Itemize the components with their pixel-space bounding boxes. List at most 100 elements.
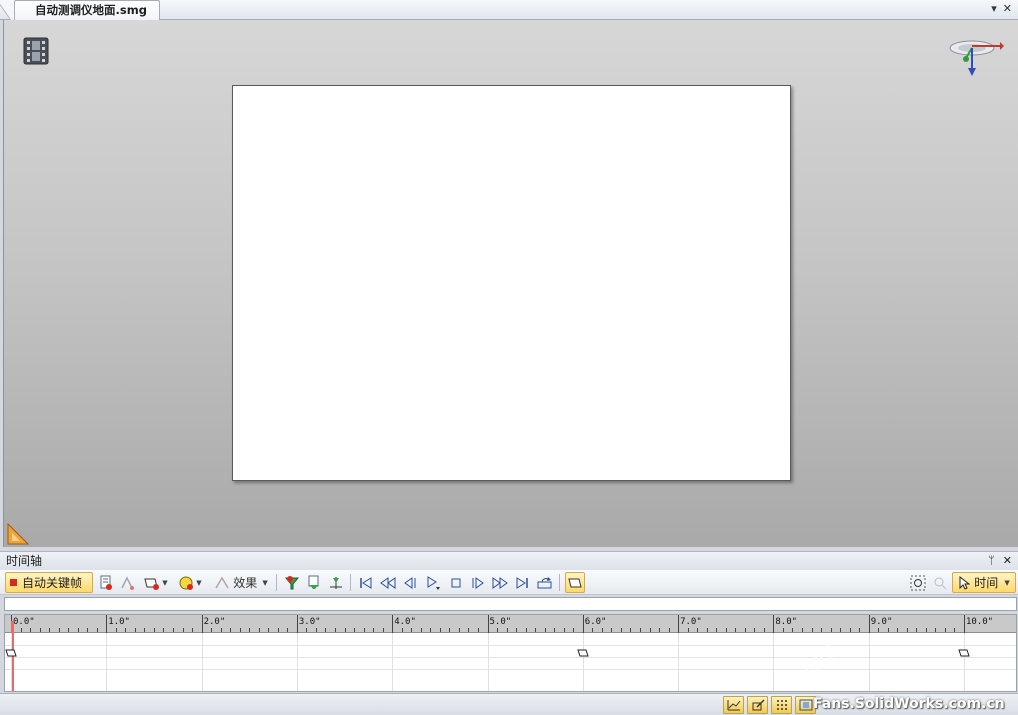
document-tab-strip: 自动测调仪地面.smg ▾ ✕ [0,0,1018,20]
track-row-divider [5,669,1016,670]
track-grid-line [11,633,12,691]
ruler-minor-tick [477,628,479,632]
ruler-minor-tick [163,628,165,632]
ruler-major-tick [678,615,680,633]
ruler-minor-tick [335,628,337,632]
ruler-minor-tick [77,628,79,632]
step-back-button[interactable] [400,572,420,593]
zoom-timeline-button[interactable] [908,572,928,593]
ruler-minor-tick [506,628,508,632]
track-grid-line [582,633,584,691]
timeline-scrubber[interactable] [4,597,1017,611]
go-to-start-button[interactable] [356,572,376,593]
ruler-minor-tick [630,628,632,632]
ruler-minor-tick [20,628,22,632]
ruler-minor-tick [782,628,784,632]
ruler-minor-tick [763,628,765,632]
timeline-tracks[interactable]: 0.0" 1.0" 2.0" 3.0" 4.0" 5.0" 6.0" 7.0" 8.0" 9.0"… [4,614,1017,692]
add-keyframe-icon [100,575,112,590]
step-forward-button[interactable] [468,572,488,593]
ruler-major-tick [773,615,775,633]
zoom-disabled-icon [934,577,947,589]
ruler-label: 1.0" [108,617,130,627]
filter-axis-button[interactable] [326,572,346,593]
ruler-label: 8.0" [775,617,798,627]
ruler-minor-tick [668,628,670,632]
camera-view-toggle[interactable] [565,572,585,593]
zoom-disabled-button[interactable] [930,572,950,593]
time-mode-label: 时间 [974,576,999,590]
keyframe-marker[interactable] [958,649,970,658]
ruler-minor-tick [354,628,356,632]
ruler-minor-tick [30,628,32,632]
ruler-minor-tick [706,628,708,632]
ruler-label: 9.0" [870,617,893,627]
close-document-icon[interactable]: ✕ [1003,2,1012,15]
ruler-minor-tick [249,628,251,632]
ruler-minor-tick [840,628,842,632]
ruler-minor-tick [211,628,213,632]
ruler-minor-tick [544,628,546,632]
ruler-minor-tick [306,628,308,632]
drawing-canvas[interactable] [232,85,791,481]
path-keyframe-button[interactable] [117,572,137,593]
play-button[interactable] [423,572,443,593]
track-grid-line [392,633,394,691]
stop-button[interactable] [446,572,466,593]
time-mode-dropdown[interactable]: 时间 ▼ [952,572,1016,593]
cursor-arrow-icon [959,575,971,590]
ruler-minor-tick [268,628,270,632]
auto-keyframe-button[interactable]: 自动关键帧 [5,572,93,593]
ruler-label: 6.0" [584,617,607,627]
document-window-controls: ▾ ✕ [991,2,1012,15]
filter-axis-icon [330,576,342,589]
document-tab[interactable]: 自动测调仪地面.smg [14,0,160,20]
keyframe-marker[interactable] [5,649,17,658]
chart-toggle-button[interactable] [723,696,744,714]
tab-list-dropdown-icon[interactable]: ▾ [991,2,997,15]
effects-icon [215,576,229,588]
grid-toggle-button[interactable] [771,696,792,714]
filter-keys-button[interactable] [282,572,302,593]
ruler-minor-tick [649,628,651,632]
navigation-gizmo-icon[interactable] [948,36,1004,80]
pin-panel-icon[interactable]: ᛘ [988,552,995,570]
stop-icon [451,578,461,587]
ruler-label: 10.0" [966,617,994,627]
go-to-end-button[interactable] [512,572,532,593]
rewind-button[interactable] [378,572,398,593]
filter-doc-button[interactable] [304,572,324,593]
ruler-minor-tick [525,628,527,632]
site-watermark: Fans.SolidWorks.com.cn [813,696,1005,712]
add-keyframe-button[interactable] [96,572,116,593]
keyframe-marker[interactable] [577,649,589,658]
ruler-major-tick [106,615,108,633]
chart-icon [727,700,740,711]
scene-viewport[interactable] [3,20,1018,547]
ruler-minor-tick [916,628,918,632]
time-ruler[interactable]: 0.0" 1.0" 2.0" 3.0" 4.0" 5.0" 6.0" 7.0" 8.0" 9.0"… [5,615,1016,633]
effects-dropdown[interactable]: 效果 ▼ [210,572,272,593]
status-bar: Fans.SolidWorks.com.cn [0,693,1018,715]
ruler-minor-tick [659,628,661,632]
track-grid-line [678,633,680,691]
ruler-minor-tick [849,628,851,632]
ruler-major-tick [201,615,203,633]
camera-keyframe-button[interactable]: ▼ [142,572,170,593]
ruler-minor-tick [39,628,41,632]
ruler-minor-tick [954,628,956,632]
ruler-minor-tick [68,628,70,632]
filmstrip-icon[interactable] [22,36,50,66]
chevron-down-icon: ▼ [262,578,268,587]
lighting-keyframe-button[interactable]: ▼ [175,572,205,593]
loop-button[interactable] [535,572,555,593]
ruler-minor-tick [230,628,232,632]
ruler-minor-tick [516,628,518,632]
edit-toggle-button[interactable] [747,696,768,714]
fast-forward-button[interactable] [490,572,510,593]
ruler-minor-tick [87,628,89,632]
ruler-minor-tick [134,628,136,632]
ruler-minor-tick [878,628,880,632]
close-panel-icon[interactable]: ✕ [1003,552,1012,570]
ruler-minor-tick [315,628,317,632]
